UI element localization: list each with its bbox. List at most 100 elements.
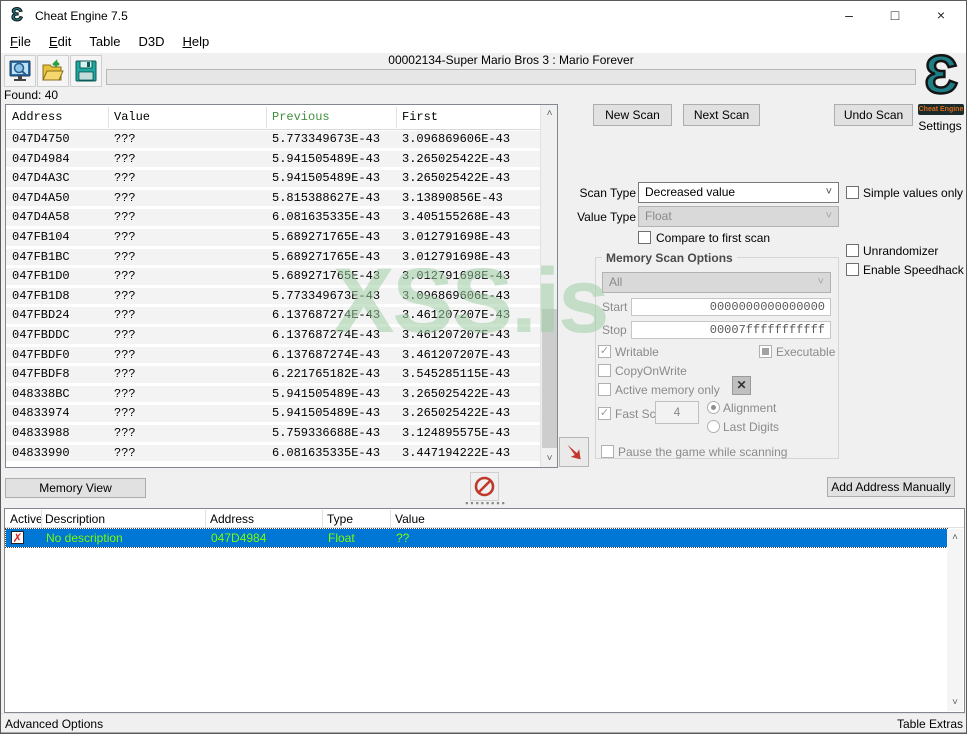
value-type-dropdown[interactable]: Float ˅	[638, 206, 839, 227]
found-row[interactable]: 047FB1D8??? 5.773349673E-43 3.096869606E-4…	[6, 287, 540, 308]
previous-cell: 6.081635335E-43	[272, 445, 381, 460]
found-row[interactable]: 047FB1BC??? 5.689271765E-43 3.012791698E-4…	[6, 248, 540, 269]
pause-game-checkbox[interactable]	[601, 445, 614, 458]
found-row[interactable]: 047FB1D0??? 5.689271765E-43 3.012791698E-4…	[6, 268, 540, 288]
active-memory-checkbox[interactable]	[598, 383, 611, 396]
found-row[interactable]: 047D4750??? 5.773349673E-43 3.096869606E-4…	[6, 131, 540, 151]
undo-scan-button[interactable]: Undo Scan	[834, 104, 913, 126]
column-header-value[interactable]: Value	[395, 512, 425, 526]
column-header-description[interactable]: Description	[45, 512, 105, 526]
column-separator[interactable]	[396, 107, 397, 128]
open-file-button[interactable]	[37, 55, 69, 87]
found-row[interactable]: 04833974??? 5.941505489E-43 3.265025422E-4…	[6, 405, 540, 425]
scan-type-dropdown[interactable]: Decreased value ˅	[638, 182, 839, 203]
column-separator[interactable]	[266, 107, 267, 128]
found-list-scrollbar[interactable]: ˄ ˅	[540, 105, 557, 467]
titlebar: Ɛ Cheat Engine 7.5 – □ ×	[1, 1, 966, 31]
executable-checkbox[interactable]	[759, 345, 772, 358]
found-row[interactable]: 047FB104??? 5.689271765E-43 3.012791698E-4…	[6, 228, 540, 249]
found-row[interactable]: 047FBD24??? 6.137687274E-43 3.461207207E-4…	[6, 307, 540, 327]
column-separator[interactable]	[390, 510, 391, 527]
column-header-address[interactable]: Address	[210, 512, 254, 526]
unrandomizer-checkbox[interactable]	[846, 244, 859, 257]
select-process-button[interactable]	[4, 55, 36, 87]
add-selected-to-list-button[interactable]	[559, 437, 589, 467]
value-cell: ??	[396, 531, 410, 545]
splitter-handle[interactable]: ▪▪▪▪▪▪▪▪	[463, 499, 509, 508]
found-row[interactable]: 047D4A3C??? 5.941505489E-43 3.265025422E-4…	[6, 170, 540, 190]
advanced-options-link[interactable]: Advanced Options	[5, 717, 103, 731]
found-row[interactable]: 048338BC??? 5.941505489E-43 3.265025422E-4…	[6, 385, 540, 406]
address-cell: 047FBDF0	[12, 347, 70, 362]
cheat-table-row-selected[interactable]: ✗ No description 047D4984 Float??	[5, 528, 948, 548]
found-row[interactable]: 047FBDDC??? 6.137687274E-43 3.461207207E-4…	[6, 326, 540, 347]
memory-region-dropdown[interactable]: All ˅	[602, 272, 831, 293]
column-header-first[interactable]: First	[402, 110, 438, 124]
column-separator[interactable]	[41, 510, 42, 527]
stop-button[interactable]	[470, 472, 499, 501]
column-separator[interactable]	[108, 107, 109, 128]
found-row[interactable]: 047FBDF0??? 6.137687274E-43 3.461207207E-4…	[6, 346, 540, 367]
found-row[interactable]: 04833990??? 6.081635335E-43 3.447194222E-4…	[6, 444, 540, 465]
first-cell: 3.265025422E-43	[402, 171, 511, 186]
compare-first-scan-checkbox[interactable]	[638, 231, 651, 244]
start-address-input[interactable]: 0000000000000000	[631, 298, 831, 316]
value-cell: ???	[114, 288, 136, 303]
copyonwrite-label: CopyOnWrite	[615, 364, 687, 378]
column-header-previous[interactable]: Previous	[272, 110, 330, 124]
indeterminate-mark	[762, 348, 769, 355]
column-separator[interactable]	[322, 510, 323, 527]
menu-item-d3d[interactable]: D3D	[129, 31, 173, 53]
scroll-down-icon[interactable]: ˅	[947, 694, 963, 711]
last-digits-radio[interactable]	[707, 420, 720, 433]
window-title: Cheat Engine 7.5	[35, 9, 128, 23]
found-row[interactable]: 047D4984??? 5.941505489E-43 3.265025422E-4…	[6, 150, 540, 171]
stop-address-input[interactable]: 00007fffffffffff	[631, 321, 831, 339]
settings-link[interactable]: Settings	[913, 119, 966, 133]
alignment-radio[interactable]	[707, 401, 720, 414]
fast-scan-checkbox[interactable]: ✓	[598, 407, 611, 420]
value-cell: ???	[114, 386, 136, 401]
value-cell: ???	[114, 367, 136, 382]
next-scan-button[interactable]: Next Scan	[683, 104, 760, 126]
close-button[interactable]: ×	[921, 1, 961, 29]
found-list-body: 047D4750??? 5.773349673E-43 3.096869606E-4…	[6, 131, 540, 467]
menu-item-edit[interactable]: Edit	[40, 31, 80, 53]
scrollbar-thumb[interactable]	[542, 309, 557, 448]
memory-view-button[interactable]: Memory View	[5, 478, 146, 498]
simple-values-checkbox[interactable]	[846, 186, 859, 199]
fast-scan-value-input[interactable]: 4	[655, 401, 699, 424]
menu-item-table[interactable]: Table	[80, 31, 129, 53]
column-header-value[interactable]: Value	[114, 110, 150, 124]
column-header-type[interactable]: Type	[327, 512, 353, 526]
maximize-button[interactable]: □	[875, 1, 915, 29]
save-file-button[interactable]	[70, 55, 102, 87]
table-extras-link[interactable]: Table Extras	[897, 717, 963, 731]
copyonwrite-checkbox[interactable]	[598, 364, 611, 377]
new-scan-button[interactable]: New Scan	[593, 104, 672, 126]
clear-region-button[interactable]: ✕	[732, 376, 751, 395]
found-row[interactable]: 04833988??? 5.759336688E-43 3.124895575E-4…	[6, 424, 540, 445]
previous-cell: 5.689271765E-43	[272, 269, 381, 284]
scroll-up-icon[interactable]: ˄	[947, 529, 963, 546]
column-separator[interactable]	[205, 510, 206, 527]
scroll-up-icon[interactable]: ˄	[541, 105, 558, 122]
found-row[interactable]: 047D4A50??? 5.815388627E-43 3.13890856E-43	[6, 189, 540, 210]
writable-checkbox[interactable]: ✓	[598, 345, 611, 358]
add-address-manually-button[interactable]: Add Address Manually	[827, 477, 955, 497]
found-row[interactable]: 047FBDF8??? 6.221765182E-43 3.545285115E-4…	[6, 366, 540, 386]
column-header-address[interactable]: Address	[12, 110, 62, 124]
address-cell: 048338BC	[12, 386, 70, 401]
column-header-active[interactable]: Active	[10, 512, 43, 526]
active-checkbox[interactable]: ✗	[11, 531, 24, 544]
enable-speedhack-checkbox[interactable]	[846, 263, 859, 276]
menu-item-file[interactable]: File	[1, 31, 40, 53]
found-row[interactable]: 047D4A58??? 6.081635335E-43 3.405155268E-4…	[6, 209, 540, 229]
menu-item-help[interactable]: Help	[173, 31, 218, 53]
address-cell: 047FB1D8	[12, 288, 70, 303]
first-cell: 3.265025422E-43	[402, 406, 511, 421]
cheat-table-scrollbar[interactable]: ˄ ˅	[947, 529, 963, 711]
scroll-down-icon[interactable]: ˅	[541, 450, 558, 467]
cheat-engine-window: Ɛ Cheat Engine 7.5 – □ × File Edit Table D3…	[0, 0, 967, 734]
minimize-button[interactable]: –	[829, 1, 869, 29]
